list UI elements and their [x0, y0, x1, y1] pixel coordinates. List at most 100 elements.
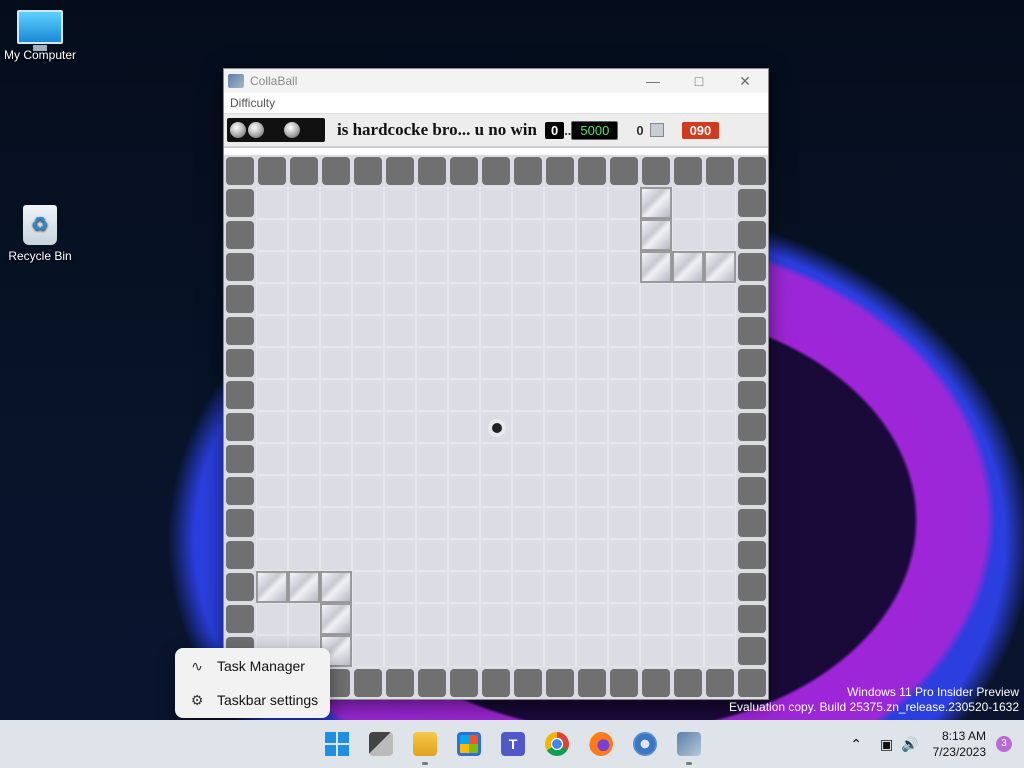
network-icon[interactable]: ▣ [880, 736, 893, 753]
floor-tile [384, 539, 416, 571]
floor-tile [512, 411, 544, 443]
collaball-icon[interactable] [667, 720, 711, 768]
wall-tile [480, 155, 512, 187]
floor-tile [416, 187, 448, 219]
floor-tile [576, 283, 608, 315]
teams-icon[interactable]: T [491, 720, 535, 768]
floor-tile [320, 187, 352, 219]
wall-tile [480, 667, 512, 699]
floor-tile [448, 443, 480, 475]
floor-tile [512, 347, 544, 379]
volume-icon[interactable]: 🔊 [901, 736, 918, 753]
floor-tile [352, 251, 384, 283]
floor-tile [352, 315, 384, 347]
start-icon[interactable] [315, 720, 359, 768]
menu-item-task-manager[interactable]: ∿ Task Manager [175, 649, 330, 683]
wall-tile [512, 667, 544, 699]
floor-tile [640, 507, 672, 539]
menu-item-label: Taskbar settings [217, 692, 319, 708]
chrome-icon[interactable] [535, 720, 579, 768]
wall-tile [224, 571, 256, 603]
settings-icon[interactable] [623, 720, 667, 768]
notification-badge[interactable]: 3 [996, 736, 1012, 752]
floor-tile [512, 283, 544, 315]
store-icon[interactable] [447, 720, 491, 768]
floor-tile [352, 219, 384, 251]
wall-tile [224, 411, 256, 443]
floor-tile [512, 571, 544, 603]
wall-tile [736, 411, 768, 443]
floor-tile [672, 571, 704, 603]
wall-tile [416, 155, 448, 187]
floor-tile [480, 539, 512, 571]
title-bar[interactable]: CollaBall — □ ✕ [224, 69, 768, 93]
desktop-icon-my-computer[interactable]: My Computer [0, 10, 80, 62]
task-manager-icon: ∿ [191, 658, 203, 674]
floor-tile [640, 315, 672, 347]
floor-tile [544, 315, 576, 347]
floor-tile [416, 603, 448, 635]
floor-tile [672, 635, 704, 667]
floor-tile [288, 411, 320, 443]
task-view-icon[interactable] [359, 720, 403, 768]
floor-tile [608, 475, 640, 507]
file-explorer-icon[interactable] [403, 720, 447, 768]
floor-tile [288, 475, 320, 507]
wall-tile [672, 667, 704, 699]
floor-tile [416, 283, 448, 315]
cracked-block [704, 251, 736, 283]
floor-tile [608, 283, 640, 315]
menu-difficulty[interactable]: Difficulty [230, 96, 275, 110]
minimize-button[interactable]: — [630, 69, 676, 93]
floor-tile [480, 571, 512, 603]
floor-tile [576, 251, 608, 283]
floor-tile [672, 507, 704, 539]
maximize-button[interactable]: □ [676, 69, 722, 93]
floor-tile [576, 411, 608, 443]
floor-tile [288, 187, 320, 219]
floor-tile [512, 507, 544, 539]
floor-tile [576, 347, 608, 379]
score-counter: 0 [544, 121, 565, 139]
wall-tile [288, 155, 320, 187]
floor-tile [352, 347, 384, 379]
floor-tile [448, 379, 480, 411]
floor-tile [608, 251, 640, 283]
cracked-block [672, 251, 704, 283]
cracked-block [640, 187, 672, 219]
game-ball [480, 411, 512, 443]
floor-tile [448, 571, 480, 603]
floor-tile [640, 603, 672, 635]
floor-tile [416, 347, 448, 379]
desktop-icon-recycle-bin[interactable]: ♻ Recycle Bin [0, 205, 80, 263]
floor-tile [384, 635, 416, 667]
menu-item-label: Task Manager [217, 658, 305, 674]
firefox-icon[interactable] [579, 720, 623, 768]
wall-tile [736, 219, 768, 251]
floor-tile [448, 507, 480, 539]
floor-tile [704, 539, 736, 571]
floor-tile [256, 315, 288, 347]
clock[interactable]: 8:13 AM 7/23/2023 [933, 728, 986, 760]
game-board[interactable] [224, 155, 768, 699]
floor-tile [672, 411, 704, 443]
wall-tile [736, 635, 768, 667]
cracked-block [288, 571, 320, 603]
wall-tile [736, 443, 768, 475]
clock-time: 8:13 AM [941, 729, 986, 743]
floor-tile [256, 187, 288, 219]
floor-tile [544, 603, 576, 635]
floor-tile [352, 283, 384, 315]
floor-tile [704, 315, 736, 347]
close-button[interactable]: ✕ [722, 69, 768, 93]
floor-tile [416, 379, 448, 411]
menu-item-taskbar-settings[interactable]: ⚙ Taskbar settings [175, 683, 330, 717]
floor-tile [256, 219, 288, 251]
floor-tile [576, 603, 608, 635]
floor-tile [576, 571, 608, 603]
floor-tile [512, 219, 544, 251]
wall-tile [736, 251, 768, 283]
chevron-up-icon[interactable]: ⌃ [850, 736, 862, 753]
floor-tile [480, 603, 512, 635]
floor-tile [512, 187, 544, 219]
